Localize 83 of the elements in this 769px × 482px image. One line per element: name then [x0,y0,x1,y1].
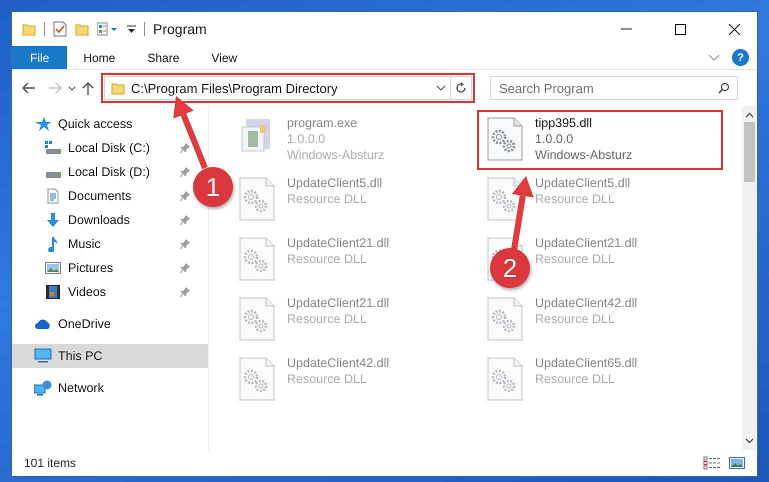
sidebar-item[interactable]: Local Disk (C:) [44,136,150,160]
file-detail: 1.0.0.0 [287,131,326,147]
item-count: 101 items [24,456,78,470]
file-detail: Resource DLL [287,371,368,387]
properties-icon[interactable] [97,22,119,36]
file-name: UpdateClient42.dll [535,295,638,311]
checklist-icon[interactable] [53,21,67,37]
close-icon[interactable] [728,24,740,34]
file-detail: Resource DLL [535,191,616,207]
back-button[interactable] [22,82,36,94]
gear-file-icon [485,177,525,221]
file-name: UpdateClient21.dll [287,295,390,311]
sidebar-item[interactable]: Documents [44,184,132,208]
sidebar-item[interactable]: OneDrive [12,312,208,336]
file-detail: Resource DLL [287,251,368,267]
ribbon-tab[interactable]: Home [67,46,132,69]
large-icons-view-icon[interactable] [729,456,745,470]
caret-icon[interactable] [436,85,446,91]
file-name: UpdateClient65.dll [535,355,638,371]
scrollbar[interactable] [742,106,757,450]
drive-icon [45,141,61,155]
down-arrow-icon [45,212,61,228]
gear-file-icon [485,117,525,161]
file-detail: Resource DLL [535,251,616,267]
monitor-icon [34,348,52,364]
gear-file-icon [237,297,277,341]
file-name: tipp395.dll [535,115,593,131]
ribbon-tab[interactable]: Share [131,46,196,69]
file-name: UpdateClient21.dll [535,235,638,251]
gear-file-icon [237,357,277,401]
scroll-down-icon[interactable] [745,438,754,444]
sidebar-item[interactable]: This PC [12,344,208,368]
file-detail: 1.0.0.0 [535,131,574,147]
sidebar-item[interactable]: Local Disk (D:) [44,160,150,184]
cloud-icon [34,318,52,330]
file-tile[interactable]: tipp395.dll 1.0.0.0 Windows-Absturz [479,112,721,168]
file-name: program.exe [287,115,358,131]
up-button[interactable] [82,81,94,95]
file-detail: Resource DLL [287,311,368,327]
scrollbar-thumb[interactable] [744,122,755,182]
star-icon [35,117,51,131]
sidebar-item[interactable]: Music [44,232,101,256]
file-name: UpdateClient5.dll [535,175,630,191]
recent-locations-button[interactable] [68,86,76,90]
search-icon[interactable] [718,82,730,94]
file-detail: Windows-Absturz [287,147,384,163]
sidebar-item[interactable]: Network [12,376,208,400]
file-detail: Resource DLL [287,191,368,207]
folder-icon [22,22,36,36]
film-icon [45,284,61,300]
gear-file-icon [237,237,277,281]
drive-icon [45,172,61,178]
network-icon [34,380,52,396]
scroll-up-icon[interactable] [745,112,754,118]
window-title: Program [153,21,207,37]
help-button[interactable]: ? [732,49,749,66]
file-name: UpdateClient5.dll [287,175,382,191]
gear-file-icon [485,297,525,341]
folder-icon [111,82,125,94]
gear-file-icon [237,177,277,221]
search-field[interactable]: Search Program [490,76,738,100]
gear-file-icon [485,357,525,401]
file-name: UpdateClient21.dll [287,235,390,251]
picture-icon [45,261,61,275]
details-view-icon[interactable] [703,456,721,470]
sidebar-item[interactable]: Quick access [12,112,208,136]
file-detail: Resource DLL [535,311,616,327]
file-name: UpdateClient42.dll [287,355,390,371]
folder-icon [75,22,89,36]
refresh-icon[interactable] [455,82,467,94]
sidebar-item[interactable]: Videos [44,280,106,304]
document-icon [45,188,61,204]
customize-menu-icon[interactable] [127,24,136,34]
expand-ribbon-icon[interactable] [708,54,720,62]
ribbon-tab[interactable]: File [12,46,68,69]
sidebar-item[interactable]: Downloads [44,208,130,232]
file-detail: Windows-Absturz [535,147,632,163]
sidebar-item[interactable]: Pictures [44,256,114,280]
address-field[interactable]: C:\Program Files\Program Directory [104,76,472,100]
file-detail: Resource DLL [535,371,616,387]
maximize-icon[interactable] [674,24,686,34]
minimize-icon[interactable] [620,28,632,30]
ribbon-tab[interactable]: View [195,46,254,69]
